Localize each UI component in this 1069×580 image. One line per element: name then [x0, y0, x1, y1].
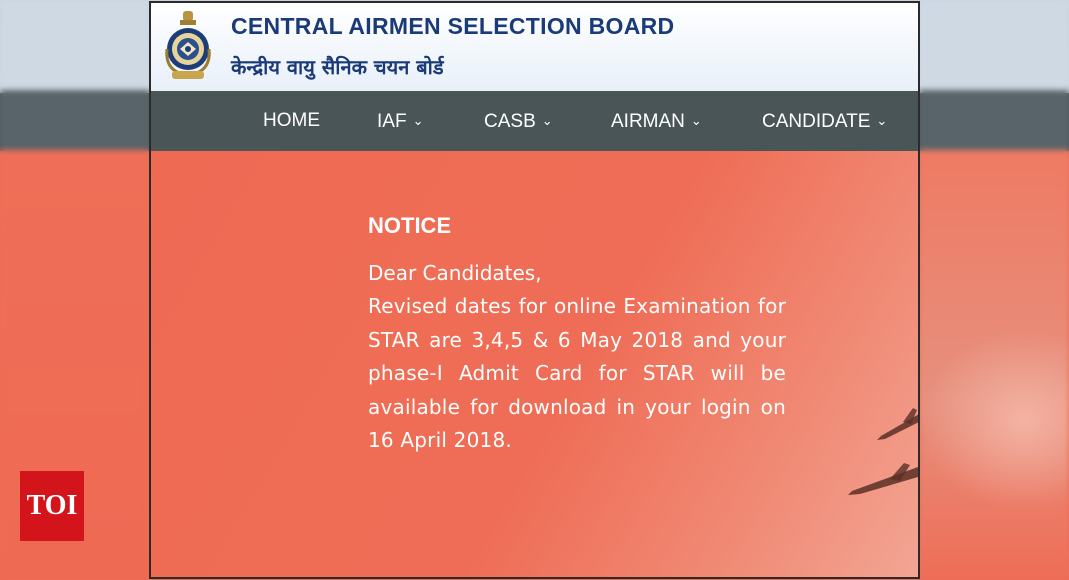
nav-iaf-label: IAF: [377, 111, 407, 132]
toi-watermark-logo: TOI: [20, 471, 84, 541]
nav-casb[interactable]: CASB ⌄: [484, 91, 553, 151]
chevron-down-icon: ⌄: [876, 113, 888, 128]
chevron-down-icon: ⌄: [541, 113, 553, 128]
nav-home[interactable]: HOME: [263, 91, 320, 151]
nav-airman[interactable]: AIRMAN ⌄: [611, 91, 702, 151]
nav-casb-label: CASB: [484, 111, 536, 132]
notice-body: Revised dates for online Examination for…: [368, 294, 786, 452]
site-title-english: CENTRAL AIRMEN SELECTION BOARD: [231, 13, 675, 39]
aircraft-silhouette-icon: [877, 408, 918, 440]
main-nav: HOME IAF ⌄ CASB ⌄ AIRMAN ⌄ CANDIDATE ⌄: [151, 91, 918, 151]
nav-iaf[interactable]: IAF ⌄: [377, 91, 423, 151]
background-right-blur: [919, 0, 1069, 580]
notice-panel: NOTICE Dear Candidates, Revised dates fo…: [368, 213, 786, 458]
site-frame: CENTRAL AIRMEN SELECTION BOARD केन्द्रीय…: [149, 1, 920, 579]
nav-candidate[interactable]: CANDIDATE ⌄: [762, 91, 887, 151]
iaf-emblem-icon[interactable]: [163, 9, 213, 83]
hero-banner: NOTICE Dear Candidates, Revised dates fo…: [151, 151, 918, 577]
nav-home-label: HOME: [263, 110, 320, 131]
aircraft-silhouette-icon: [848, 463, 918, 495]
chevron-down-icon: ⌄: [690, 113, 702, 128]
notice-title: NOTICE: [368, 213, 452, 238]
nav-airman-label: AIRMAN: [611, 111, 685, 132]
nav-candidate-label: CANDIDATE: [762, 111, 871, 132]
site-title-hindi: केन्द्रीय वायु सैनिक चयन बोर्ड: [231, 55, 444, 79]
notice-greeting: Dear Candidates,: [368, 261, 542, 285]
background-mist: [919, 330, 1069, 510]
chevron-down-icon: ⌄: [412, 113, 424, 128]
site-header: CENTRAL AIRMEN SELECTION BOARD केन्द्रीय…: [151, 3, 918, 91]
